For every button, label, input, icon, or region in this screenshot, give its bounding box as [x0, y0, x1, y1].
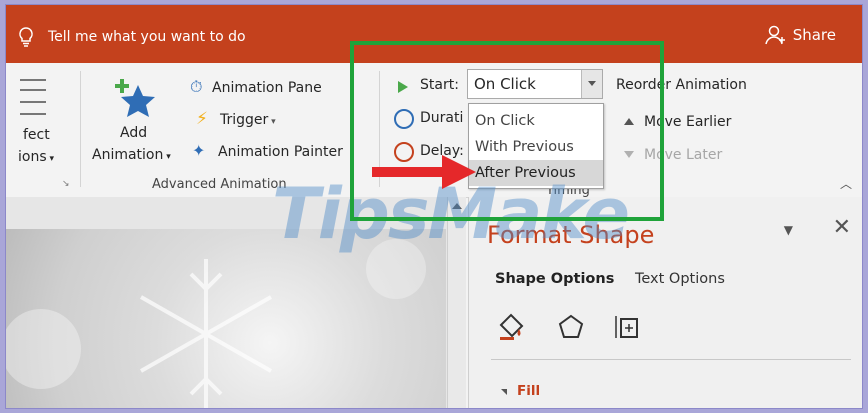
effect-options-button[interactable]: fect: [23, 127, 50, 143]
add-animation-button[interactable]: Add Animation ▾: [92, 75, 182, 175]
collapse-ribbon-icon[interactable]: ︿: [840, 175, 852, 192]
app-window: Tell me what you want to do Share fect i…: [5, 4, 863, 409]
animation-painter-button[interactable]: ✦ Animation Painter: [192, 141, 343, 160]
fill-section-header[interactable]: Fill: [517, 383, 540, 399]
share-button[interactable]: Share: [764, 25, 836, 45]
effect-options-dropdown[interactable]: ions ▾: [18, 149, 54, 165]
add-animation-label-1: Add: [120, 125, 148, 141]
lightbulb-icon: [19, 27, 33, 47]
snowflake-icon: [6, 239, 426, 408]
pane-options-chevron-icon[interactable]: ▼: [784, 223, 793, 237]
animation-pane-label: Animation Pane: [212, 80, 322, 96]
animation-painter-label: Animation Painter: [218, 144, 343, 160]
size-properties-icon[interactable]: [613, 313, 641, 341]
effect-options-label-2: ions: [18, 149, 47, 165]
tell-me-box[interactable]: Tell me what you want to do: [18, 27, 246, 47]
fill-bucket-icon[interactable]: [497, 311, 527, 341]
effect-options-icon: [20, 79, 46, 119]
animation-pane-icon: ⏱: [190, 77, 203, 96]
star-plus-icon: [115, 79, 155, 117]
red-arrow-icon: [372, 155, 476, 189]
close-icon[interactable]: ✕: [833, 215, 851, 240]
share-label: Share: [792, 26, 836, 44]
tab-text-options[interactable]: Text Options: [635, 271, 725, 287]
highlight-box: [350, 41, 664, 221]
person-add-icon: [764, 25, 785, 45]
slide-thumbnail[interactable]: [6, 229, 446, 408]
lightning-icon: ⚡: [196, 109, 208, 129]
trigger-label: Trigger: [220, 112, 269, 128]
trigger-button[interactable]: ⚡ Trigger ▾: [196, 109, 276, 129]
pentagon-effects-icon[interactable]: [557, 313, 585, 341]
painter-icon: ✦: [192, 141, 206, 160]
add-animation-label-2: Animation ▾: [92, 147, 171, 163]
launcher-icon[interactable]: ↘: [62, 179, 70, 189]
triangle-collapse-icon[interactable]: [501, 389, 507, 395]
tab-shape-options[interactable]: Shape Options: [495, 271, 614, 287]
group-advanced-animation: Advanced Animation: [152, 177, 287, 192]
animation-pane-button[interactable]: ⏱ Animation Pane: [190, 77, 322, 97]
pane-divider: [491, 359, 851, 360]
effect-options-label-1: fect: [23, 127, 50, 143]
tell-me-text: Tell me what you want to do: [48, 29, 246, 45]
